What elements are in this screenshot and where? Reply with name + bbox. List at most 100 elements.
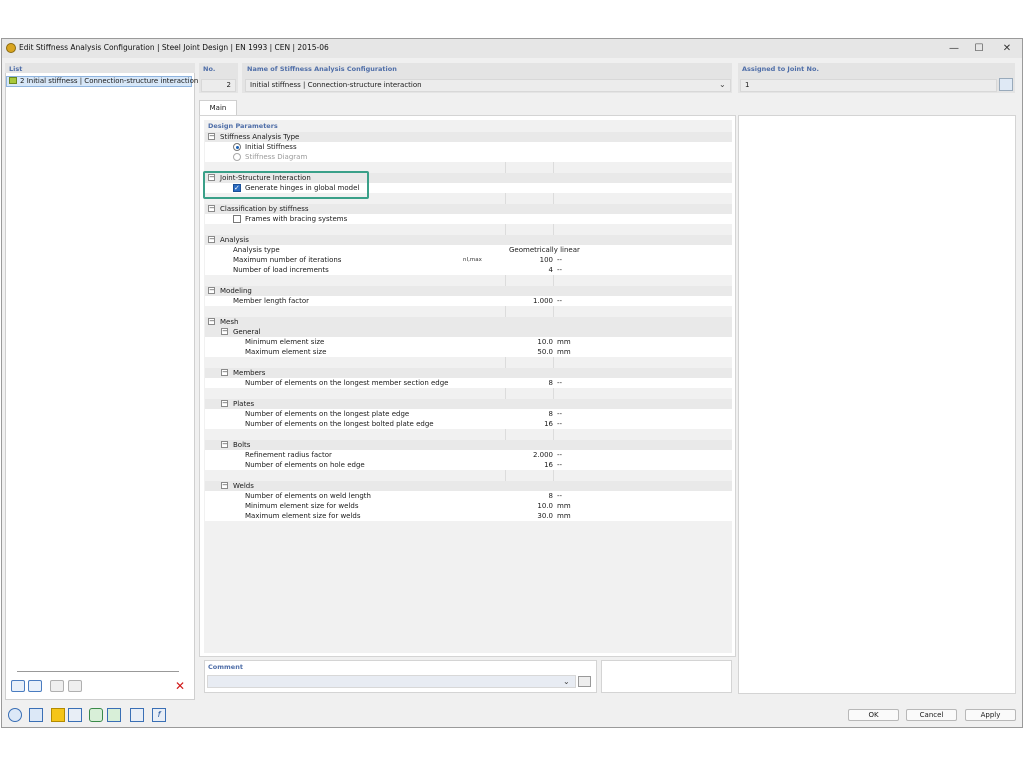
close-button[interactable]: ✕ [995, 41, 1019, 56]
collapse-icon[interactable]: − [208, 133, 215, 140]
row-unit: -- [557, 297, 563, 305]
tree-group-mesh[interactable]: − Mesh [205, 317, 732, 327]
uncheck-all-icon[interactable] [68, 680, 82, 692]
row-value[interactable]: 16 [505, 460, 553, 470]
design-parameters-header: Design Parameters [208, 122, 278, 130]
view-icon[interactable] [89, 708, 103, 722]
new-item-icon[interactable] [11, 680, 25, 692]
analysis-type-value[interactable]: Geometrically linear [509, 245, 580, 255]
tree-row[interactable]: Maximum number of iterations nI,max 100 … [205, 255, 732, 265]
row-unit: -- [557, 420, 563, 428]
ok-button[interactable]: OK [848, 709, 899, 721]
chevron-down-icon[interactable]: ⌄ [563, 676, 570, 687]
tree-row[interactable]: Initial Stiffness [205, 142, 732, 152]
row-unit: mm [557, 348, 571, 356]
frames-bracing-checkbox[interactable] [233, 215, 241, 223]
tree-row[interactable]: Minimum element size for welds 10.0 mm [205, 501, 732, 511]
tree-row[interactable]: Refinement radius factor 2.000 -- [205, 450, 732, 460]
row-value[interactable]: 100 [505, 255, 553, 265]
stiffness-diagram-radio[interactable] [233, 153, 241, 161]
copy-item-icon[interactable] [28, 680, 42, 692]
tree-row[interactable]: Frames with bracing systems [205, 214, 732, 224]
units-icon[interactable] [29, 708, 43, 722]
select-joint-icon[interactable] [999, 78, 1013, 91]
tree-group-bolts[interactable]: − Bolts [205, 440, 732, 450]
row-value[interactable]: 2.000 [505, 450, 553, 460]
collapse-icon[interactable]: − [221, 441, 228, 448]
tree-group-general[interactable]: − General [205, 327, 732, 337]
row-value[interactable]: 8 [505, 409, 553, 419]
delete-icon[interactable]: ✕ [175, 680, 185, 692]
row-unit: -- [557, 492, 563, 500]
list-scrollbar[interactable] [17, 671, 179, 672]
apply-button[interactable]: Apply [965, 709, 1016, 721]
search-icon[interactable] [8, 708, 22, 722]
tree-row[interactable]: Number of elements on the longest bolted… [205, 419, 732, 429]
assigned-field[interactable]: 1 [740, 79, 997, 92]
tree-group-classification[interactable]: − Classification by stiffness [205, 204, 732, 214]
maximize-button[interactable]: ☐ [967, 41, 991, 56]
formula-icon[interactable]: f [152, 708, 166, 722]
chevron-down-icon[interactable]: ⌄ [719, 79, 726, 90]
tree-group-plates[interactable]: − Plates [205, 399, 732, 409]
tab-main[interactable]: Main [199, 100, 237, 116]
tree-row[interactable]: Maximum element size for welds 30.0 mm [205, 511, 732, 521]
row-value[interactable]: 30.0 [505, 511, 553, 521]
group-label: Plates [233, 400, 255, 408]
export-icon[interactable] [130, 708, 144, 722]
collapse-icon[interactable]: − [221, 328, 228, 335]
collapse-icon[interactable]: − [221, 369, 228, 376]
tree-row[interactable]: Member length factor 1.000 -- [205, 296, 732, 306]
collapse-icon[interactable]: − [208, 236, 215, 243]
collapse-icon[interactable]: − [208, 287, 215, 294]
row-value[interactable]: 4 [505, 265, 553, 275]
minimize-button[interactable]: — [942, 41, 966, 56]
row-label: Number of elements on weld length [245, 492, 371, 500]
collapse-icon[interactable]: − [221, 482, 228, 489]
tree-group-members[interactable]: − Members [205, 368, 732, 378]
row-value[interactable]: 50.0 [505, 347, 553, 357]
row-label: Number of elements on the longest member… [245, 379, 449, 387]
collapse-icon[interactable]: − [208, 318, 215, 325]
tree-group-modeling[interactable]: − Modeling [205, 286, 732, 296]
tree-row[interactable]: Number of elements on weld length 8 -- [205, 491, 732, 501]
check-all-icon[interactable] [50, 680, 64, 692]
color-icon[interactable] [51, 708, 65, 722]
collapse-icon[interactable]: − [208, 205, 215, 212]
assigned-header: Assigned to Joint No. [742, 65, 819, 73]
row-value[interactable]: 10.0 [505, 337, 553, 347]
copy-comment-icon[interactable] [578, 676, 591, 687]
no-field[interactable]: 2 [201, 79, 236, 92]
tree-group-analysis[interactable]: − Analysis [205, 235, 732, 245]
tree-row[interactable]: Analysis type Geometrically linear [205, 245, 732, 255]
tree-row[interactable]: Maximum element size 50.0 mm [205, 347, 732, 357]
row-unit: -- [557, 461, 563, 469]
model-icon[interactable] [107, 708, 121, 722]
collapse-icon[interactable]: − [221, 400, 228, 407]
comment-field[interactable] [207, 675, 576, 688]
tree-group-welds[interactable]: − Welds [205, 481, 732, 491]
title-bar[interactable]: Edit Stiffness Analysis Configuration | … [2, 39, 1022, 58]
list-item[interactable]: 2 Initial stiffness | Connection-structu… [6, 76, 198, 87]
tree-row[interactable]: Number of elements on hole edge 16 -- [205, 460, 732, 470]
row-value[interactable]: 8 [505, 378, 553, 388]
tree-row[interactable]: Number of elements on the longest plate … [205, 409, 732, 419]
tree-row[interactable]: Minimum element size 10.0 mm [205, 337, 732, 347]
row-value[interactable]: 1.000 [505, 296, 553, 306]
initial-stiffness-radio[interactable] [233, 143, 241, 151]
window-title: Edit Stiffness Analysis Configuration | … [19, 43, 329, 52]
row-label: Maximum element size [245, 348, 327, 356]
name-field[interactable]: Initial stiffness | Connection-structure… [245, 79, 731, 92]
row-value[interactable]: 16 [505, 419, 553, 429]
row-value[interactable]: 8 [505, 491, 553, 501]
cancel-button[interactable]: Cancel [906, 709, 957, 721]
tree-group-stiffness-type[interactable]: − Stiffness Analysis Type [205, 132, 732, 142]
group-label: Modeling [220, 287, 252, 295]
tree-row[interactable]: Number of elements on the longest member… [205, 378, 732, 388]
row-label: Member length factor [233, 297, 310, 305]
group-label: Mesh [220, 318, 239, 326]
row-value[interactable]: 10.0 [505, 501, 553, 511]
table-icon[interactable] [68, 708, 82, 722]
tree-row[interactable]: Number of load increments 4 -- [205, 265, 732, 275]
tree-row[interactable]: Stiffness Diagram [205, 152, 732, 162]
